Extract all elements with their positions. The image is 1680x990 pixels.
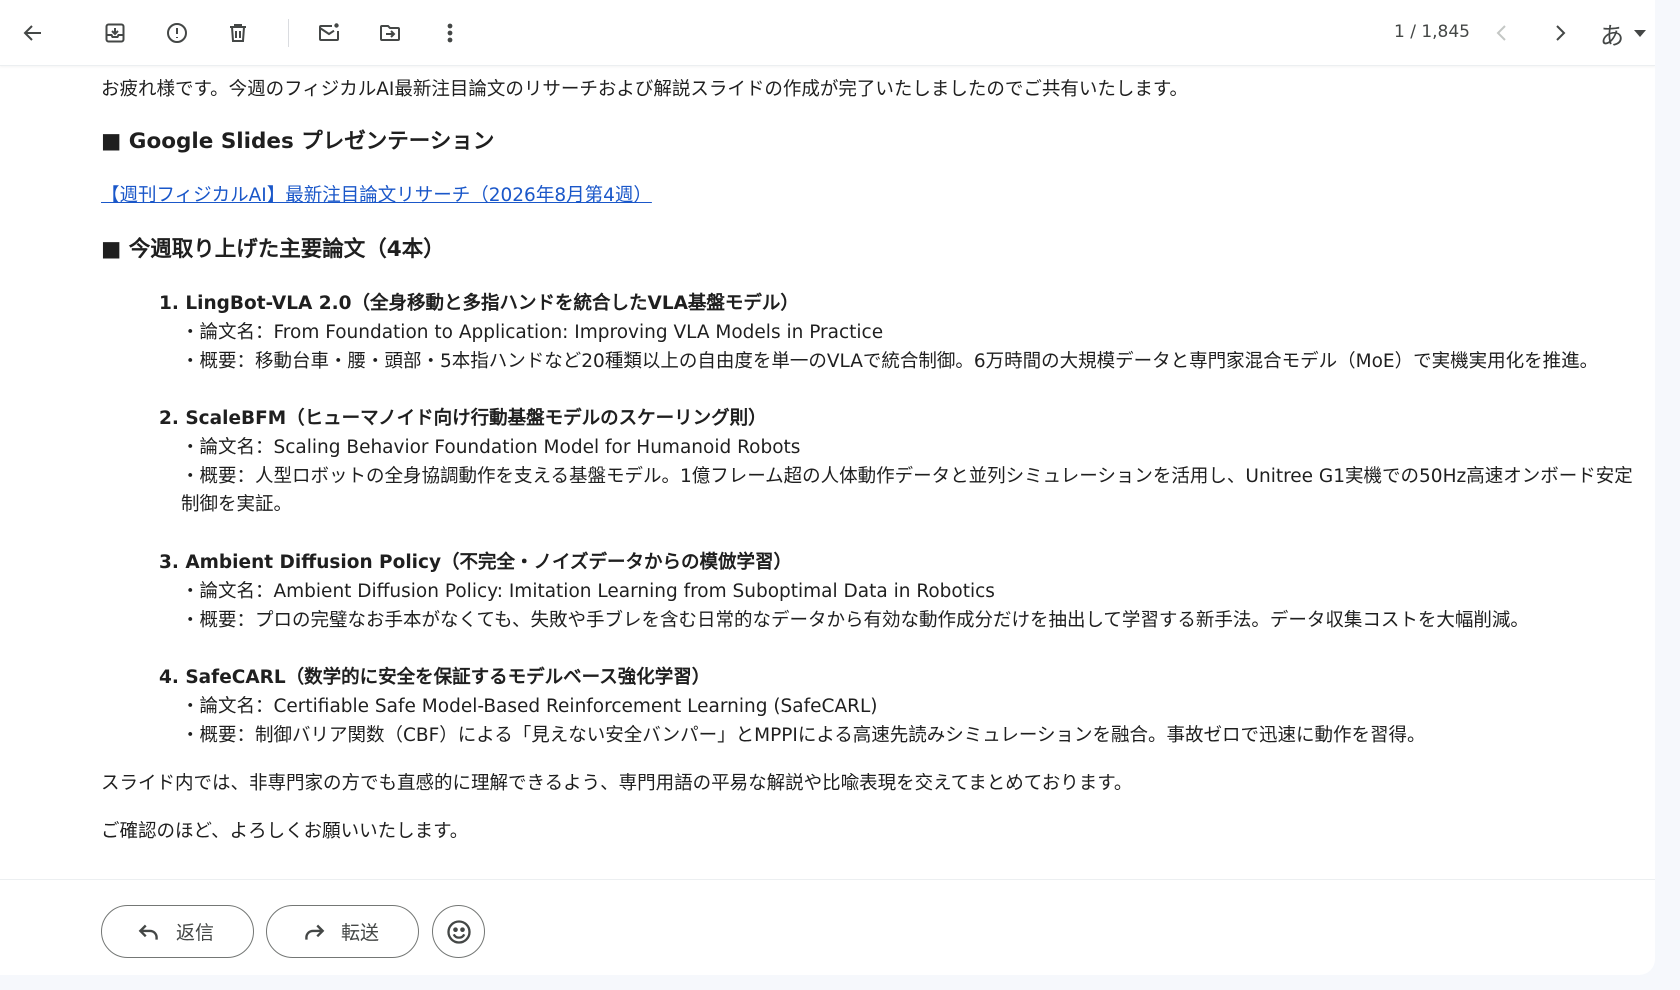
more-vert-icon [447,23,453,43]
delete-button[interactable] [218,13,258,53]
back-button[interactable] [13,13,53,53]
paper-name: ・論文名：From Foundation to Application: Imp… [181,322,884,343]
older-button[interactable] [1540,13,1580,53]
reply-button[interactable]: 返信 [101,905,254,958]
back-arrow-icon [23,25,41,41]
forward-icon [305,924,325,940]
move-to-button[interactable] [370,13,410,53]
newer-button[interactable] [1482,13,1522,53]
email-view: 1 / 1,845 あ お疲れ様です。今週のフィジカルAI最新注目論文のリサーチ… [0,0,1655,975]
slides-heading: ■ Google Slides プレゼンテーション [101,129,495,154]
toolbar: 1 / 1,845 あ [0,0,1655,66]
mark-unread-button[interactable] [309,13,349,53]
paper-summary: ・概要：人型ロボットの全身協調動作を支える基盤モデル。1億フレーム超の人体動作デ… [181,466,1633,515]
archive-icon [105,23,125,43]
paper-summary: ・概要：制御バリア関数（CBF）による「見えない安全バンパー」とMPPIによる高… [181,725,1426,746]
paper-summary: ・概要：プロの完璧なお手本がなくても、失敗や手ブレを含む日常的なデータから有効な… [181,610,1529,631]
greeting-text: お疲れ様です。今週のフィジカルAI最新注目論文のリサーチおよび解説スライドの作成… [101,79,1189,100]
delete-icon [230,24,246,42]
message-counter: 1 / 1,845 [1393,22,1470,42]
chevron-left-icon [1496,25,1506,41]
input-tools-label: あ [1600,21,1624,50]
closing-text: スライド内では、非専門家の方でも直感的に理解できるよう、専門用語の平易な解説や比… [101,773,1133,794]
emoji-reaction-button[interactable] [432,905,485,958]
paper-name: ・論文名：Certifiable Safe Model-Based Reinfo… [181,696,878,717]
report-spam-button[interactable] [157,13,197,53]
forward-button[interactable]: 転送 [266,905,419,958]
input-tools-button[interactable]: あ [1600,14,1646,52]
paper-title: 2. ScaleBFM（ヒューマノイド向け行動基盤モデルのスケーリング則） [159,408,767,429]
toolbar-divider [288,19,289,47]
archive-button[interactable] [95,13,135,53]
slides-link[interactable]: 【週刊フィジカルAI】最新注目論文リサーチ（2026年8月第4週） [101,182,652,210]
smiley-icon [446,919,471,944]
forward-label: 転送 [341,922,380,944]
paper-title: 4. SafeCARL（数学的に安全を保証するモデルベース強化学習） [159,667,711,688]
caret-down-icon [1634,29,1646,37]
reply-icon [138,924,158,940]
papers-heading: ■ 今週取り上げた主要論文（4本） [101,237,445,262]
move-to-icon [380,25,400,41]
more-button[interactable] [430,13,470,53]
paper-name: ・論文名：Ambient Diffusion Policy: Imitation… [181,581,995,602]
paper-summary: ・概要：移動台車・腰・頭部・5本指ハンドなど20種類以上の自由度を単一のVLAで… [181,351,1599,372]
report-spam-icon [167,23,187,43]
mark-unread-icon [319,23,339,41]
paper-name: ・論文名：Scaling Behavior Foundation Model f… [181,437,801,458]
paper-title: 1. LingBot-VLA 2.0（全身移動と多指ハンドを統合したVLA基盤モ… [159,293,799,314]
paper-title: 3. Ambient Diffusion Policy（不完全・ノイズデータから… [159,552,792,573]
sign-off-text: ご確認のほど、よろしくお願いいたします。 [101,821,469,842]
chevron-right-icon [1556,25,1566,41]
reply-label: 返信 [176,922,215,944]
actions-divider [0,879,1655,880]
